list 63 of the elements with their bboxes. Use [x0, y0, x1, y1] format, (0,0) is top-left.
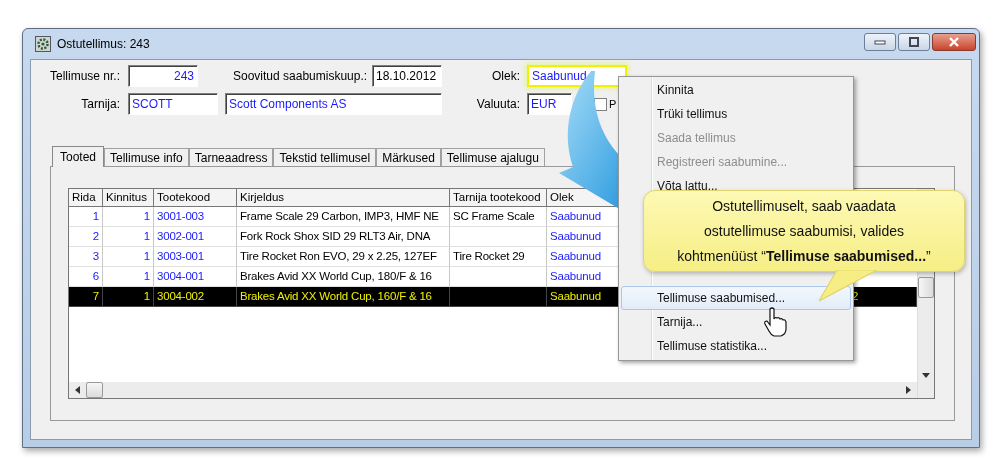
scroll-down-icon[interactable] — [922, 373, 930, 378]
status-field[interactable]: Saabunud — [527, 65, 627, 87]
table-cell[interactable]: SC Frame Scale — [450, 207, 547, 227]
column-header[interactable]: Tootekood — [154, 189, 237, 207]
close-icon — [948, 37, 960, 47]
table-cell[interactable]: Tire Rocket 29 — [450, 247, 547, 267]
table-cell[interactable]: 1 — [69, 207, 103, 227]
table-cell[interactable]: Tire Rocket Ron EVO, 29 x 2.25, 127EF — [237, 247, 450, 267]
supplier-name-field[interactable]: Scott Components AS — [225, 93, 442, 115]
column-header[interactable]: Kinnitus — [103, 189, 154, 207]
menu-item[interactable]: Tellimuse saabumised... — [621, 286, 851, 310]
field-label: Soovitud saabumiskuup.: — [233, 69, 366, 83]
tab[interactable]: Tellimuse info — [104, 148, 189, 166]
supplier-code-field[interactable]: SCOTT — [128, 93, 218, 115]
close-button[interactable] — [932, 33, 976, 51]
checkbox-label: P — [609, 98, 617, 110]
menu-item[interactable]: Tellimuse statistika... — [621, 334, 851, 358]
table-cell[interactable]: Brakes Avid XX World Cup, 160/F & 16 — [237, 287, 450, 307]
table-cell[interactable]: 1 — [103, 207, 154, 227]
tab[interactable]: Tekstid tellimusel — [273, 148, 377, 166]
field-label: Tellimuse nr.: — [48, 69, 120, 83]
tab[interactable]: Tarneaadress — [188, 148, 274, 166]
table-cell[interactable]: 3002-001 — [154, 227, 237, 247]
callout-text: Ostutellimuselt, saab vaadata ostutellimuse saabumisi, valides kohtmenüüst “Tellimuse saabumised...” — [677, 196, 931, 266]
field-label: Valuuta: — [475, 97, 520, 111]
column-header[interactable]: Rida — [69, 189, 103, 207]
gear-icon — [35, 36, 51, 52]
menu-item[interactable]: Trüki tellimus — [621, 102, 851, 126]
table-cell[interactable]: 3003-001 — [154, 247, 237, 267]
horizontal-scrollbar[interactable] — [69, 382, 917, 398]
table-cell[interactable]: 3001-003 — [154, 207, 237, 227]
menu-item[interactable]: Võta lattu... — [621, 174, 851, 198]
column-header[interactable]: Tarnija tootekood — [450, 189, 547, 207]
window-title: Ostutellimus: 243 — [57, 37, 150, 51]
table-cell[interactable]: 1 — [103, 227, 154, 247]
table-cell[interactable]: 1 — [103, 287, 154, 307]
maximize-icon — [908, 37, 920, 47]
currency-field[interactable]: EUR — [527, 93, 572, 115]
order-number-field[interactable]: 243 — [128, 65, 198, 87]
tab[interactable]: Tellimuse ajalugu — [440, 148, 545, 166]
field-label: Olek: — [491, 69, 520, 83]
tab[interactable]: Märkused — [376, 148, 441, 166]
table-cell[interactable] — [450, 287, 547, 307]
field-label: Tarnija: — [80, 97, 120, 111]
column-header[interactable]: Kirjeldus — [237, 189, 450, 207]
table-cell[interactable]: 3 — [69, 247, 103, 267]
scroll-right-icon[interactable] — [906, 386, 911, 394]
table-cell[interactable]: 7 — [69, 287, 103, 307]
table-cell[interactable]: 2 — [69, 227, 103, 247]
maximize-button[interactable] — [898, 33, 930, 51]
scrollbar-thumb[interactable] — [86, 382, 103, 398]
minimize-icon — [874, 39, 886, 45]
scrollbar-thumb[interactable] — [918, 277, 934, 298]
scroll-left-icon[interactable] — [75, 386, 80, 394]
minimize-button[interactable] — [864, 33, 896, 51]
menu-item[interactable]: Tarnija... — [621, 310, 851, 334]
table-cell[interactable]: 1 — [103, 247, 154, 267]
hand-cursor-icon — [764, 307, 788, 337]
table-cell[interactable]: Frame Scale 29 Carbon, IMP3, HMF NE — [237, 207, 450, 227]
table-cell[interactable]: 3004-002 — [154, 287, 237, 307]
tab[interactable]: Tooted — [52, 146, 105, 167]
date-field[interactable]: 18.10.2012 — [372, 65, 442, 87]
table-cell[interactable]: Fork Rock Shox SID 29 RLT3 Air, DNA — [237, 227, 450, 247]
